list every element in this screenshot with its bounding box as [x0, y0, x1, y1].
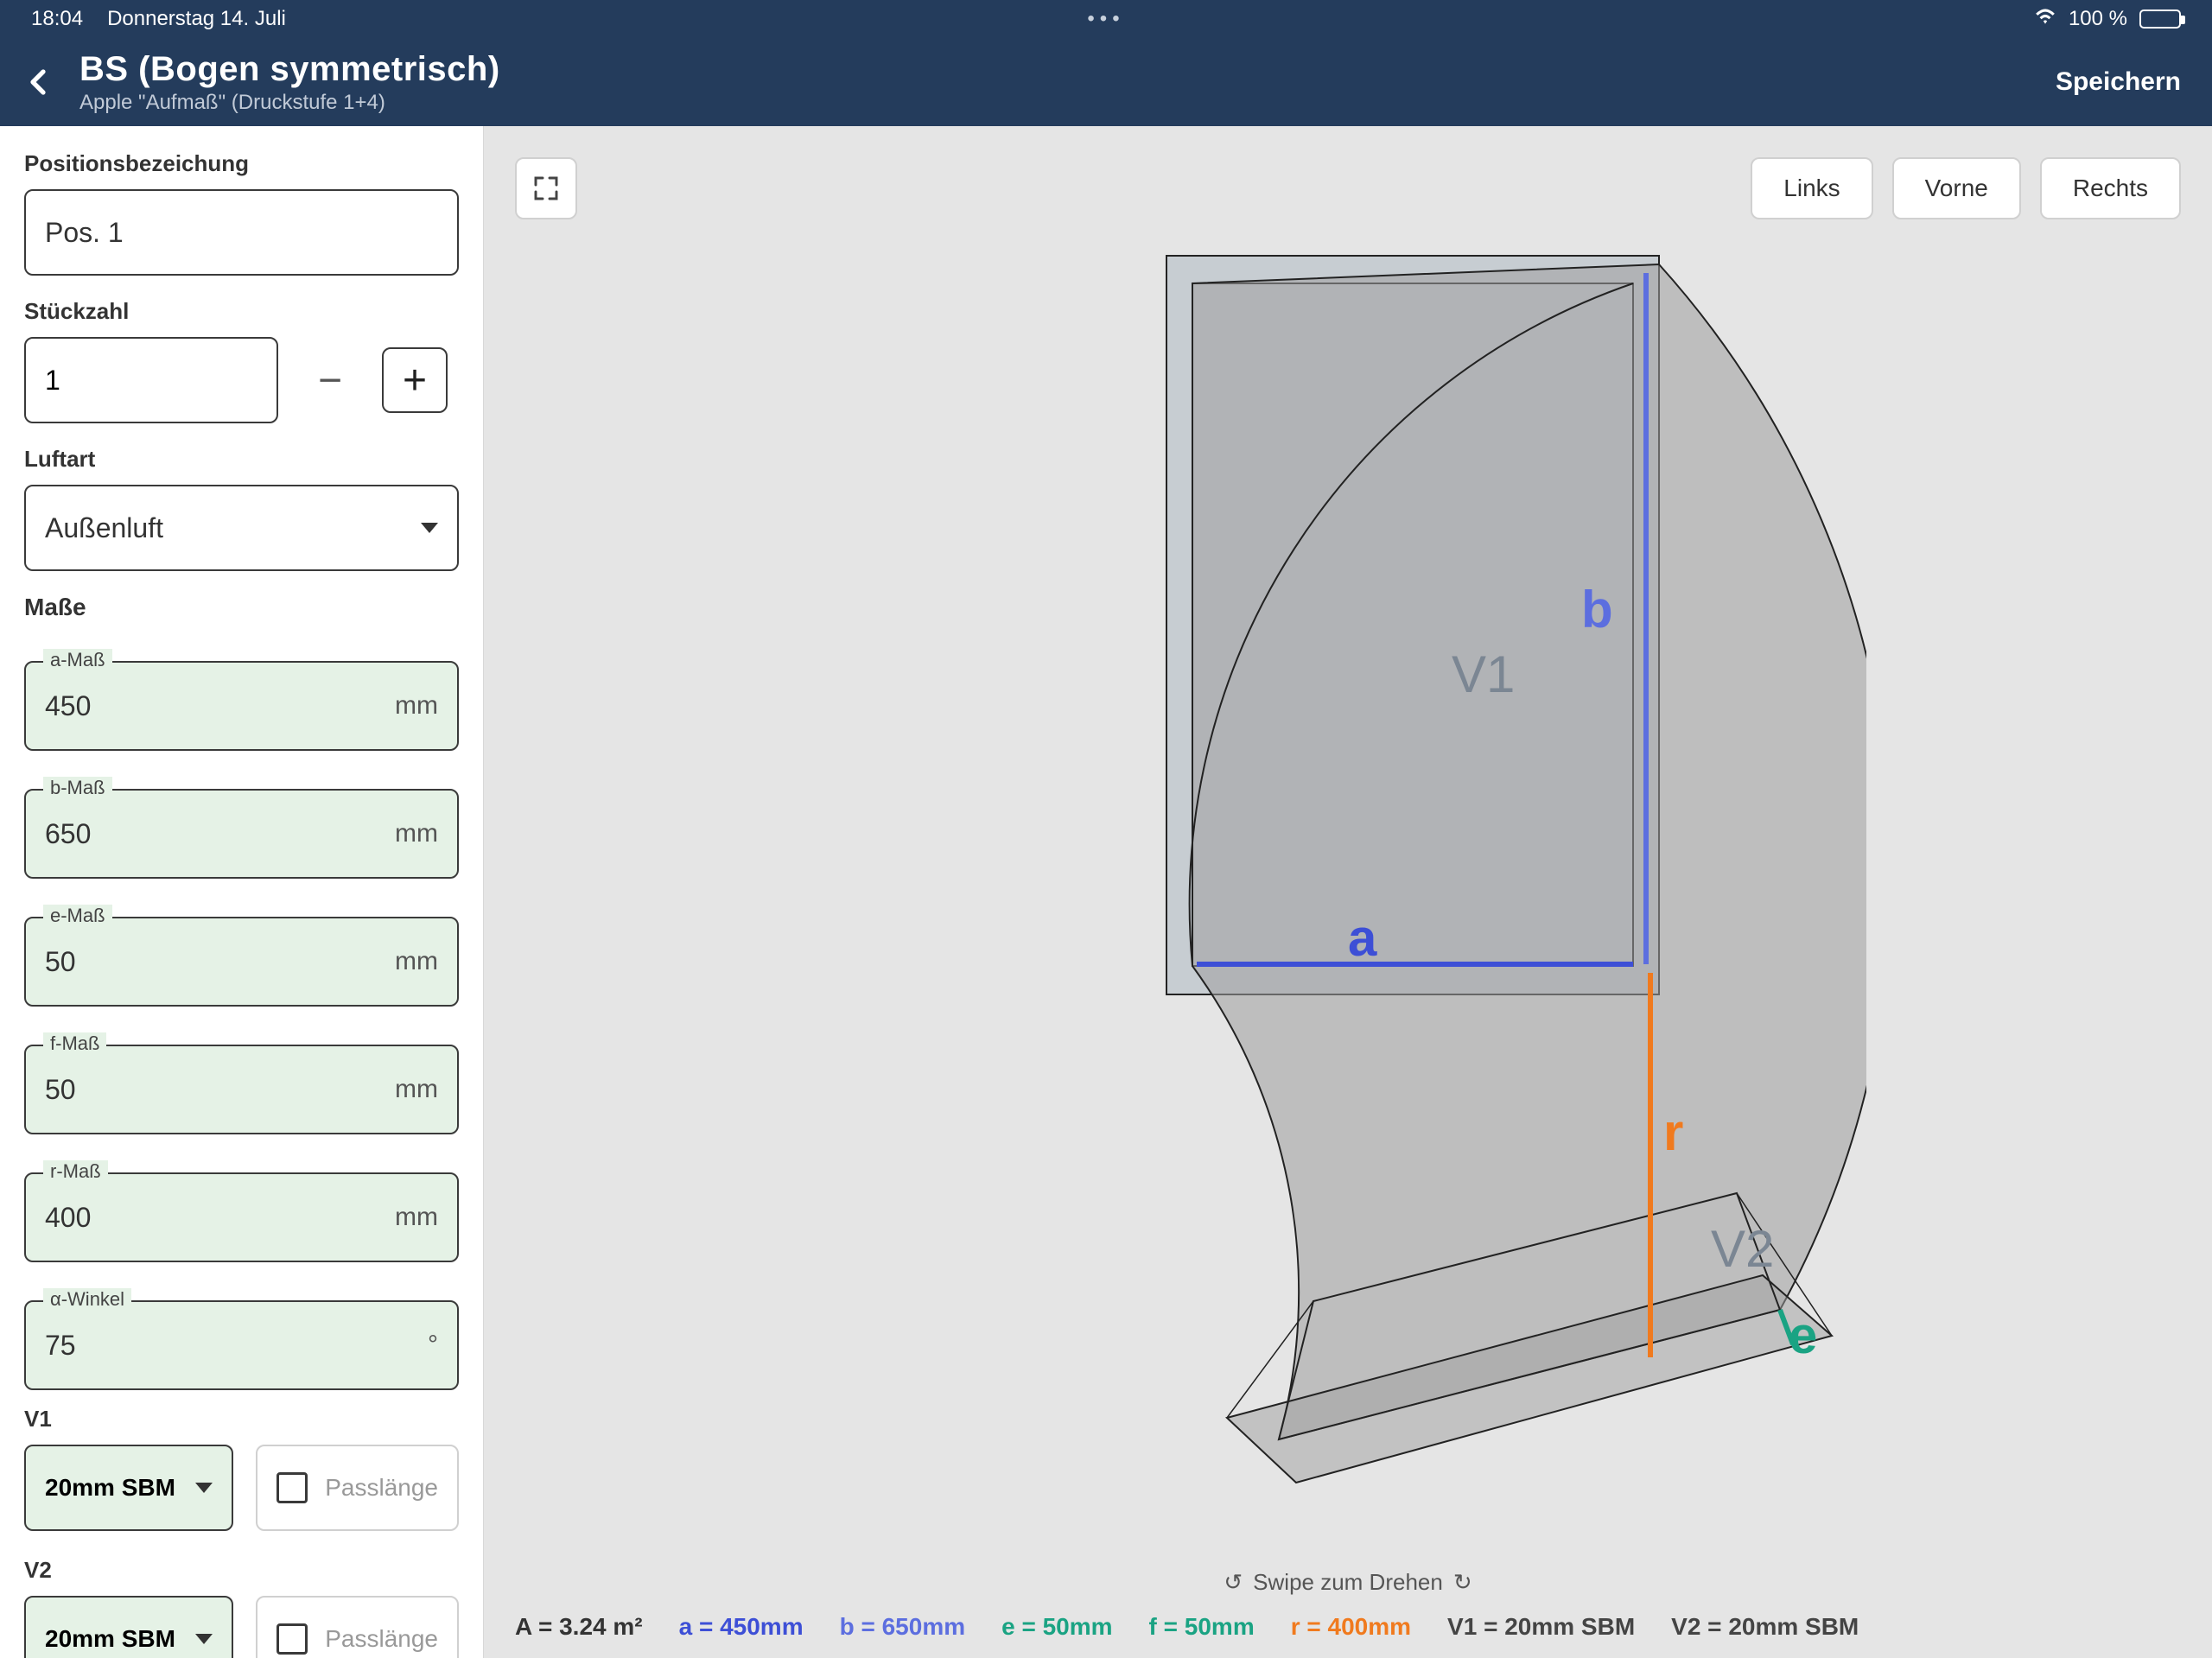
v2-value: 20mm SBM [45, 1625, 175, 1653]
model-viewport[interactable]: Links Vorne Rechts [484, 126, 2212, 1658]
svg-text:b: b [1581, 581, 1613, 638]
rotate-right-icon: ↻ [1453, 1569, 1472, 1596]
v2-select[interactable]: 20mm SBM [24, 1596, 233, 1658]
e-mass-input[interactable]: 50 mm [24, 917, 459, 1007]
f-mass-unit: mm [395, 1075, 438, 1104]
status-date: Donnerstag 14. Juli [107, 7, 286, 31]
readout-b: b = 650mm [840, 1613, 966, 1641]
qty-plus-button[interactable]: + [382, 347, 448, 413]
page-subtitle: Apple "Aufmaß" (Druckstufe 1+4) [79, 91, 500, 115]
e-mass-unit: mm [395, 947, 438, 976]
readout-f: f = 50mm [1149, 1613, 1255, 1641]
qty-value: 1 [45, 365, 60, 397]
qty-input[interactable]: 1 [24, 337, 278, 423]
fullscreen-button[interactable] [515, 157, 577, 219]
v2-passlaenge-toggle[interactable]: Passlänge [256, 1596, 459, 1658]
checkbox-icon [276, 1472, 308, 1503]
b-mass-input[interactable]: 650 mm [24, 789, 459, 879]
a-mass-value: 450 [45, 690, 395, 722]
v1-passlaenge-label: Passlänge [325, 1474, 438, 1502]
a-mass-unit: mm [395, 691, 438, 721]
airtype-select[interactable]: Außenluft [24, 485, 459, 571]
save-button[interactable]: Speichern [2056, 67, 2181, 97]
chevron-down-icon [195, 1634, 213, 1644]
e-mass-label: e-Maß [43, 905, 112, 927]
alpha-label: α-Winkel [43, 1288, 131, 1311]
page-title: BS (Bogen symmetrisch) [79, 50, 500, 89]
v1-value: 20mm SBM [45, 1474, 175, 1502]
pos-input[interactable]: Pos. 1 [24, 189, 459, 276]
svg-text:r: r [1663, 1103, 1683, 1161]
b-mass-label: b-Maß [43, 777, 112, 799]
pos-value: Pos. 1 [45, 217, 438, 249]
v2-passlaenge-label: Passlänge [325, 1625, 438, 1653]
dimension-readout: A = 3.24 m² a = 450mm b = 650mm e = 50mm… [515, 1613, 2181, 1641]
f-mass-input[interactable]: 50 mm [24, 1045, 459, 1134]
airtype-value: Außenluft [45, 512, 421, 544]
f-mass-label: f-Maß [43, 1032, 106, 1055]
readout-v2: V2 = 20mm SBM [1671, 1613, 1859, 1641]
pos-label: Positionsbezeichung [24, 150, 459, 177]
swipe-hint: ↺ Swipe zum Drehen ↻ [1224, 1569, 1471, 1596]
readout-r: r = 400mm [1291, 1613, 1411, 1641]
f-mass-value: 50 [45, 1074, 395, 1106]
v1-passlaenge-toggle[interactable]: Passlänge [256, 1445, 459, 1531]
r-mass-unit: mm [395, 1203, 438, 1232]
ipad-statusbar: 18:04 Donnerstag 14. Juli ••• 100 % [0, 0, 2212, 38]
e-mass-value: 50 [45, 946, 395, 978]
multitask-dots-icon[interactable]: ••• [1087, 7, 1124, 31]
r-mass-label: r-Maß [43, 1160, 108, 1183]
alpha-value: 75 [45, 1330, 428, 1362]
svg-text:V1: V1 [1452, 645, 1515, 703]
checkbox-icon [276, 1623, 308, 1655]
b-mass-value: 650 [45, 818, 395, 850]
v2-label: V2 [24, 1557, 459, 1584]
qty-label: Stückzahl [24, 298, 459, 325]
svg-text:V2: V2 [1711, 1220, 1774, 1278]
view-links-button[interactable]: Links [1751, 157, 1872, 219]
svg-text:e: e [1789, 1306, 1817, 1364]
form-sidebar: Positionsbezeichung Pos. 1 Stückzahl 1 −… [0, 126, 484, 1658]
masse-heading: Maße [24, 594, 459, 621]
airtype-label: Luftart [24, 446, 459, 473]
r-mass-input[interactable]: 400 mm [24, 1172, 459, 1262]
r-mass-value: 400 [45, 1202, 395, 1234]
rotate-left-icon: ↺ [1224, 1569, 1243, 1596]
alpha-unit: ° [428, 1331, 438, 1360]
b-mass-unit: mm [395, 819, 438, 848]
readout-v1: V1 = 20mm SBM [1447, 1613, 1635, 1641]
alpha-input[interactable]: 75 ° [24, 1300, 459, 1390]
app-header: BS (Bogen symmetrisch) Apple "Aufmaß" (D… [0, 38, 2212, 126]
v1-label: V1 [24, 1406, 459, 1432]
svg-text:a: a [1348, 909, 1377, 967]
battery-icon [2139, 10, 2181, 29]
a-mass-label: a-Maß [43, 649, 112, 671]
qty-minus-button[interactable]: − [297, 347, 363, 413]
model-drawing: a b r e V1 V2 [830, 213, 1866, 1509]
status-time: 18:04 [31, 7, 83, 31]
readout-a: a = 450mm [679, 1613, 804, 1641]
battery-pct: 100 % [2069, 7, 2127, 31]
wifi-icon [2034, 7, 2056, 32]
back-button[interactable] [17, 61, 59, 103]
v1-select[interactable]: 20mm SBM [24, 1445, 233, 1531]
view-vorne-button[interactable]: Vorne [1892, 157, 2021, 219]
view-rechts-button[interactable]: Rechts [2040, 157, 2181, 219]
chevron-down-icon [195, 1483, 213, 1493]
chevron-down-icon [421, 523, 438, 533]
a-mass-input[interactable]: 450 mm [24, 661, 459, 751]
readout-area: A = 3.24 m² [515, 1613, 643, 1641]
readout-e: e = 50mm [1001, 1613, 1112, 1641]
